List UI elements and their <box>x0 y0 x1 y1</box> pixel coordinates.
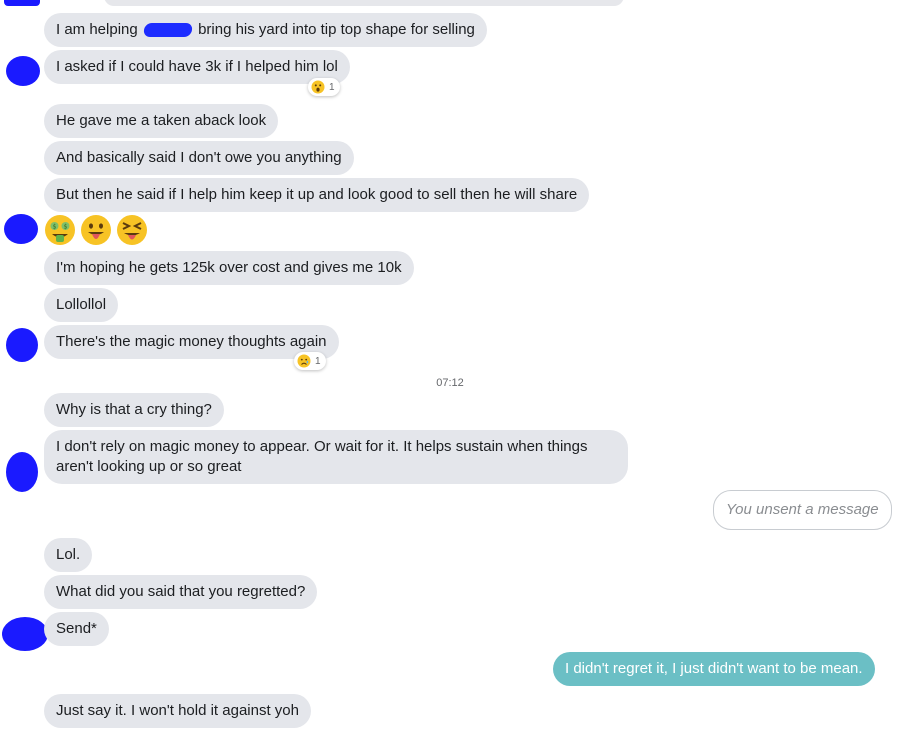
redacted-name <box>142 23 193 38</box>
surprised-face-icon <box>311 80 325 94</box>
money-mouth-face-icon: $ $ <box>44 214 76 246</box>
message-bubble[interactable]: I asked if I could have 3k if I helped h… <box>44 50 350 84</box>
avatar[interactable] <box>6 56 40 86</box>
message-bubble[interactable]: And basically said I don't owe you anyth… <box>44 141 354 175</box>
message-text: I don't rely on magic money to appear. O… <box>56 438 588 475</box>
message-bubble[interactable]: Send* <box>44 612 109 646</box>
message-bubble[interactable]: Why is that a cry thing? <box>44 393 224 427</box>
chat-thread: I am helping bring his yard into tip top… <box>0 0 900 732</box>
message-bubble[interactable]: What did you said that you regretted? <box>44 575 318 609</box>
message-text: But then he said if I help him keep it u… <box>56 186 578 203</box>
sad-face-icon <box>297 354 311 368</box>
message-text: There's the magic money thoughts again <box>56 333 327 350</box>
avatar[interactable] <box>6 328 38 362</box>
previous-message-bubble[interactable] <box>104 0 624 6</box>
avatar[interactable] <box>4 0 40 6</box>
message-text: Lollollol <box>56 296 107 313</box>
message-text: I asked if I could have 3k if I helped h… <box>56 58 338 75</box>
message-text: What did you said that you regretted? <box>56 583 306 600</box>
message-bubble[interactable]: I don't rely on magic money to appear. O… <box>44 430 628 484</box>
message-text: Why is that a cry thing? <box>56 401 212 418</box>
message-bubble[interactable]: Lol. <box>44 538 93 572</box>
message-bubble[interactable]: There's the magic money thoughts again <box>44 325 339 359</box>
avatar[interactable] <box>2 617 48 651</box>
message-bubble[interactable]: I am helping bring his yard into tip top… <box>44 13 487 47</box>
message-bubble[interactable]: He gave me a taken aback look <box>44 104 279 138</box>
unsent-message-bubble[interactable]: You unsent a message <box>713 490 892 530</box>
message-text: Just say it. I won't hold it against yoh <box>56 702 299 719</box>
avatar[interactable] <box>4 214 38 244</box>
outgoing-message-bubble[interactable]: I didn't regret it, I just didn't want t… <box>553 652 875 686</box>
message-text: I'm hoping he gets 125k over cost and gi… <box>56 259 402 276</box>
tongue-out-face-icon <box>80 214 112 246</box>
message-bubble[interactable]: But then he said if I help him keep it u… <box>44 178 590 212</box>
emoji-message[interactable]: $ $ <box>44 214 148 246</box>
message-text: I am helping <box>56 21 138 38</box>
message-text: bring his yard into tip top shape for se… <box>198 21 475 38</box>
message-reaction[interactable]: 1 <box>308 78 340 96</box>
message-text: And basically said I don't owe you anyth… <box>56 149 342 166</box>
svg-text:$: $ <box>64 224 68 231</box>
reaction-count: 1 <box>329 81 335 93</box>
message-bubble[interactable]: Just say it. I won't hold it against yoh <box>44 694 311 728</box>
timestamp: 07:12 <box>436 377 464 389</box>
reaction-count: 1 <box>315 355 321 367</box>
message-text: He gave me a taken aback look <box>56 112 267 129</box>
svg-text:$: $ <box>53 224 57 231</box>
unsent-message-text: You unsent a message <box>726 501 879 518</box>
avatar[interactable] <box>6 452 38 492</box>
message-text: Send* <box>56 620 97 637</box>
message-reaction[interactable]: 1 <box>294 352 326 370</box>
squinting-tongue-face-icon <box>116 214 148 246</box>
message-text: Lol. <box>56 546 81 563</box>
message-text: I didn't regret it, I just didn't want t… <box>565 660 863 677</box>
message-bubble[interactable]: I'm hoping he gets 125k over cost and gi… <box>44 251 414 285</box>
message-bubble[interactable]: Lollollol <box>44 288 119 322</box>
